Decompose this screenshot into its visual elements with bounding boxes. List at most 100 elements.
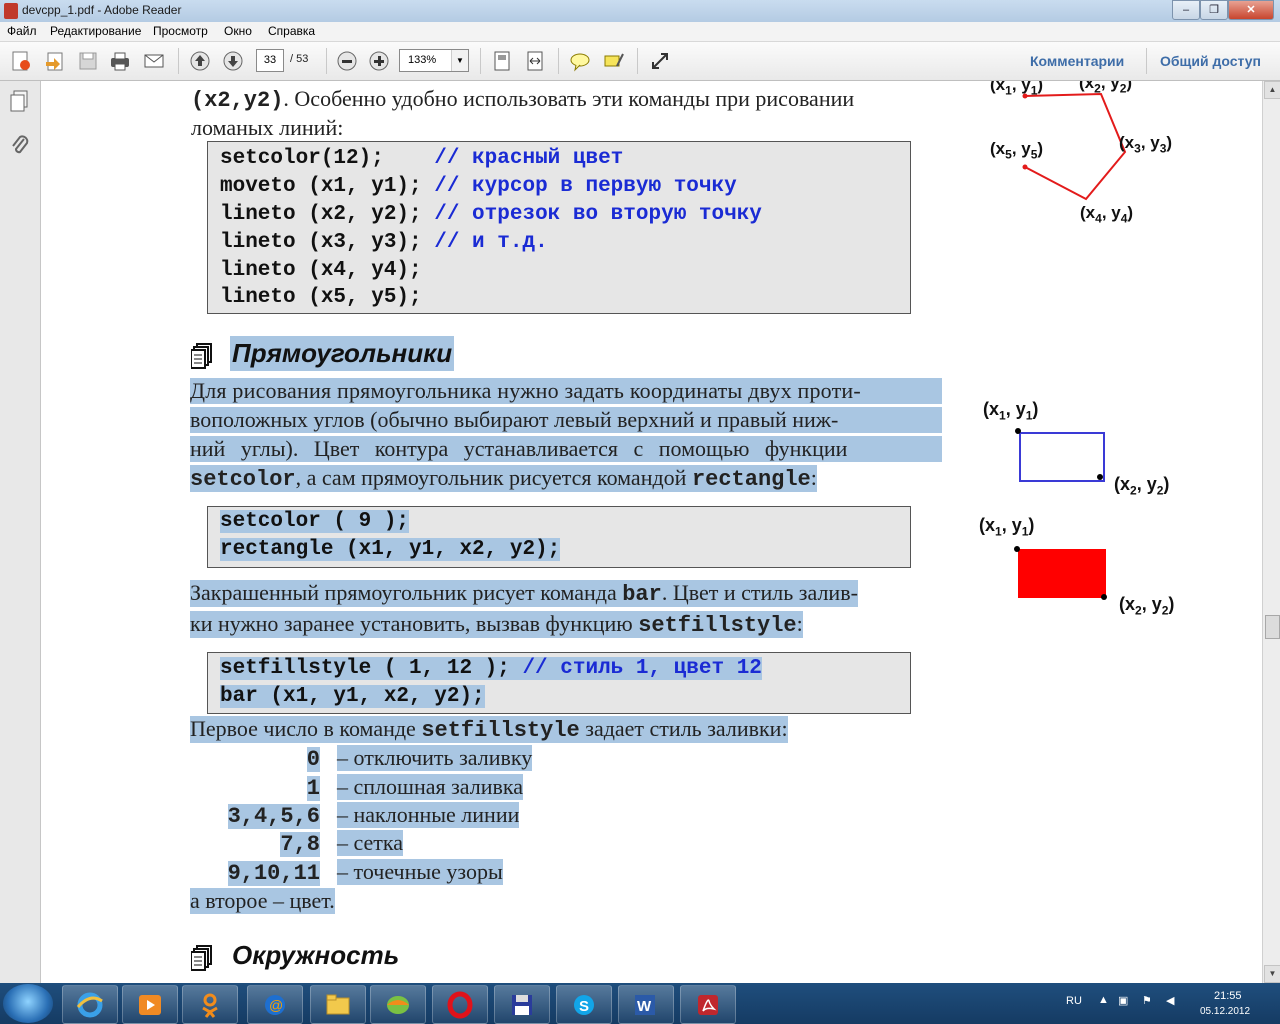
clock-time[interactable]: 21:55 [1214,990,1242,1002]
paragraph-line: а второе – цвет. [190,888,335,914]
corner-point [1014,546,1020,552]
menu-help[interactable]: Справка [268,24,315,38]
section-heading: Окружность [232,940,400,970]
window-title: devcpp_1.pdf - Adobe Reader [22,3,182,17]
document-page: (x2,y2). Особенно удобно использовать эт… [41,81,1262,983]
filled-rectangle [1018,549,1106,598]
taskbar: @ S W RU ▲ ▣ ⚑ ◀ 21:55 05.12.2012 [0,983,1280,1024]
list-item-num: 3,4,5,6 [227,804,320,829]
print-icon[interactable] [108,49,132,73]
point-label: (x1, y1) [983,399,1039,423]
zoom-out-icon[interactable] [335,49,359,73]
point-label: (x2, y2) [1119,594,1175,618]
list-item-desc: – отключить заливку [337,745,533,771]
page-number-input[interactable]: 33 [256,49,284,72]
open-file-icon[interactable] [43,49,67,73]
highlight-text-icon[interactable] [602,49,626,73]
menu-file[interactable]: Файл [7,24,37,38]
corner-point [1097,474,1103,480]
skype-icon[interactable]: S [556,985,612,1024]
word-icon[interactable]: W [618,985,674,1024]
paragraph-line: воположных углов (обычно выбирают левый … [190,407,942,433]
show-hidden-icons[interactable]: ▲ [1098,994,1109,1006]
book-icon [190,343,213,369]
mail-agent-icon[interactable]: @ [247,985,303,1024]
code-line: moveto (x1, y1); // курсор в первую точк… [220,175,737,198]
menu-view[interactable]: Просмотр [153,24,208,38]
code-line: setfillstyle ( 1, 12 ); // стиль 1, цвет… [220,657,762,680]
code-line: lineto (x5, y5); [220,286,422,309]
code-line: lineto (x2, y2); // отрезок во вторую то… [220,203,762,226]
network-icon[interactable]: ▣ [1118,994,1128,1007]
internet-explorer-icon[interactable] [62,985,118,1024]
share-button[interactable]: Общий доступ [1160,53,1261,69]
point-label: (x3, y3) [1119,133,1173,156]
list-item-num: 0 [306,747,320,772]
point-label: (x1, y1) [979,515,1035,539]
opera-icon[interactable] [432,985,488,1024]
list-item-num: 1 [306,776,320,801]
list-item-desc: – точечные узоры [337,859,503,885]
section-heading: Прямоугольники [230,336,455,371]
svg-text:S: S [579,998,589,1015]
app-icon[interactable] [370,985,426,1024]
explorer-folder-icon[interactable] [310,985,366,1024]
create-pdf-icon[interactable] [9,49,33,73]
save-icon[interactable] [76,49,100,73]
code-line: lineto (x4, y4); [220,259,422,282]
navigation-pane [0,81,41,983]
zoom-select[interactable]: 133% ▼ [399,49,469,72]
odnoklassniki-icon[interactable] [182,985,238,1024]
code-block: setcolor(12); // красный цвет moveto (x1… [207,141,911,314]
paragraph-line: setcolor, а сам прямоугольник рисуется к… [190,465,817,492]
list-item-desc: – сетка [337,830,404,856]
scroll-down-button[interactable]: ▼ [1264,965,1280,983]
list-item-desc: – сплошная заливка [337,774,524,800]
svg-text:@: @ [269,997,283,1013]
menu-edit[interactable]: Редактирование [50,24,141,38]
comment-icon[interactable] [568,49,592,73]
paragraph-line: ний углы). Цвет контура устанавливается … [190,436,942,462]
flag-icon[interactable]: ⚑ [1142,994,1152,1007]
adobe-reader-taskbar-icon[interactable] [680,985,736,1024]
list-item-num: 9,10,11 [227,861,320,886]
attachments-icon[interactable] [8,133,32,162]
minimize-button[interactable]: – [1172,0,1200,20]
close-button[interactable]: ✕ [1228,0,1274,20]
maximize-button[interactable]: ❐ [1200,0,1228,20]
text-span: . Особенно удобно использовать эти коман… [283,86,855,111]
list-item-num: 7,8 [280,832,320,857]
code-line: lineto (x3, y3); // и т.д. [220,231,548,254]
code-line: setcolor ( 9 ); [220,510,410,533]
point-label: (x4, y4) [1080,203,1134,226]
floppy-app-icon[interactable] [494,985,550,1024]
expand-icon[interactable] [648,49,672,73]
fit-page-icon[interactable] [490,49,514,73]
book-icon [190,945,213,971]
clock-date[interactable]: 05.12.2012 [1200,1006,1250,1017]
pages-icon[interactable] [8,89,32,118]
svg-text:W: W [637,998,652,1015]
fit-width-icon[interactable] [523,49,547,73]
media-player-icon[interactable] [122,985,178,1024]
scroll-up-button[interactable]: ▲ [1264,81,1280,99]
volume-icon[interactable]: ◀ [1166,994,1174,1007]
point-label: (x5, y5) [990,139,1044,162]
comments-button[interactable]: Комментарии [1030,53,1124,69]
scroll-thumb[interactable] [1265,615,1280,639]
code-line: setcolor(12); // красный цвет [220,147,624,170]
start-button[interactable] [3,984,53,1023]
vertical-scrollbar[interactable]: ▲ ▼ [1262,81,1280,983]
corner-point [1015,428,1021,434]
email-icon[interactable] [142,49,166,73]
previous-page-icon[interactable] [188,49,212,73]
language-indicator[interactable]: RU [1066,995,1082,1007]
corner-point [1101,594,1107,600]
menu-window[interactable]: Окно [224,24,252,38]
next-page-icon[interactable] [221,49,245,73]
point-label: (x2, y2) [1114,474,1170,498]
zoom-in-icon[interactable] [367,49,391,73]
paragraph-line: Первое число в команде setfillstyle зада… [190,716,788,743]
paragraph-line: (x2,y2). Особенно удобно использовать эт… [191,86,854,113]
chevron-down-icon[interactable]: ▼ [451,50,468,71]
